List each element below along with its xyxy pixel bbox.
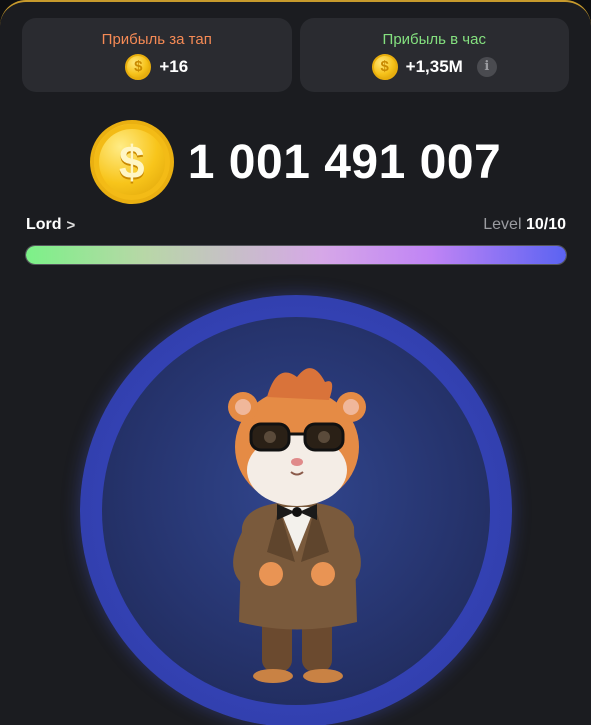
hourly-profit-value: +1,35M [405, 56, 463, 76]
rank-link[interactable]: Lord > [26, 216, 75, 234]
level-progress-fill [26, 246, 566, 264]
level-indicator: Level 10/10 [483, 216, 566, 234]
coin-icon: $ [89, 120, 174, 204]
chevron-right-icon: > [66, 216, 76, 234]
rank-name: Lord [26, 216, 62, 233]
hourly-profit-row: $ +1,35M i [371, 53, 497, 80]
hamster-character-icon [228, 368, 366, 683]
tap-profit-card: Прибыль за тап $ +16 [22, 18, 292, 92]
coin-icon: $ [125, 53, 152, 80]
coin-icon: $ [371, 53, 398, 80]
level-label: Level [483, 216, 526, 233]
level-progress-bar [25, 245, 567, 265]
tap-button-inner [102, 317, 490, 705]
game-screen: Прибыль за тап $ +16 Прибыль в час $ +1,… [0, 0, 591, 725]
coin-balance: 1 001 491 007 [187, 135, 502, 189]
hourly-profit-label: Прибыль в час [382, 30, 486, 48]
hourly-profit-card[interactable]: Прибыль в час $ +1,35M i [299, 18, 569, 92]
tap-profit-value: +16 [159, 56, 189, 76]
level-value: 10/10 [525, 216, 566, 233]
balance-row: $ 1 001 491 007 [0, 120, 591, 204]
level-row: Lord > Level 10/10 [26, 216, 566, 234]
info-icon[interactable]: i [476, 56, 497, 77]
tap-profit-label: Прибыль за тап [101, 30, 212, 48]
stats-row: Прибыль за тап $ +16 Прибыль в час $ +1,… [22, 18, 569, 92]
tap-button[interactable] [80, 295, 512, 725]
tap-profit-row: $ +16 [125, 53, 189, 80]
